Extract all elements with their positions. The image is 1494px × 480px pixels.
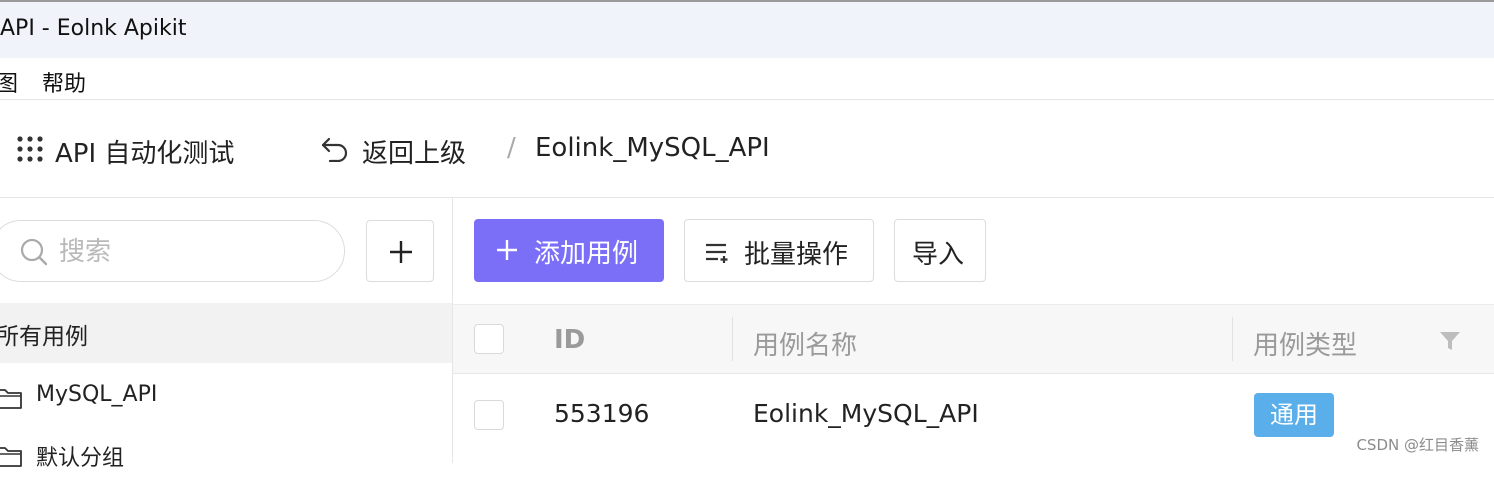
search-icon bbox=[20, 238, 48, 266]
column-header-name[interactable]: 用例名称 bbox=[753, 325, 857, 362]
batch-operation-button[interactable]: 批量操作 bbox=[684, 219, 874, 282]
sidebar-item-group[interactable]: 默认分组 bbox=[0, 430, 452, 480]
plus-icon bbox=[497, 240, 517, 260]
sidebar: 所有用例 MySQL_API 默认分组 bbox=[0, 198, 453, 471]
row-checkbox[interactable] bbox=[474, 400, 504, 430]
sidebar-item-label: MySQL_API bbox=[36, 382, 158, 407]
add-case-label: 添加用例 bbox=[534, 239, 639, 269]
cell-name[interactable]: Eolink_MySQL_API bbox=[753, 399, 979, 428]
watermark: CSDN @红目香薰 bbox=[1356, 436, 1479, 454]
import-label: 导入 bbox=[912, 240, 965, 270]
module-title[interactable]: API 自动化测试 bbox=[55, 133, 234, 170]
column-divider[interactable] bbox=[1232, 317, 1233, 361]
column-divider[interactable] bbox=[732, 317, 733, 361]
folder-icon bbox=[0, 389, 22, 409]
main-panel: 添加用例 批量操作 导入 ID 用例名称 用例类型 553196 Eolink_… bbox=[453, 198, 1494, 463]
window-title: API - Eolnk Apikit bbox=[0, 16, 187, 41]
column-header-type[interactable]: 用例类型 bbox=[1253, 325, 1357, 362]
table-row[interactable]: 553196 Eolink_MySQL_API 通用 bbox=[453, 374, 1494, 454]
search-box[interactable] bbox=[0, 220, 345, 282]
sidebar-item-group[interactable]: MySQL_API bbox=[0, 372, 452, 422]
add-group-button[interactable] bbox=[366, 220, 434, 282]
column-header-id[interactable]: ID bbox=[554, 325, 585, 355]
menu-item-view[interactable]: 图 bbox=[0, 66, 18, 98]
breadcrumb-current: Eolink_MySQL_API bbox=[535, 133, 770, 163]
table-header: ID 用例名称 用例类型 bbox=[453, 304, 1494, 374]
grid-icon[interactable] bbox=[17, 136, 43, 162]
app-header: API 自动化测试 返回上级 / Eolink_MySQL_API bbox=[0, 100, 1494, 198]
import-button[interactable]: 导入 bbox=[894, 219, 986, 282]
select-all-checkbox[interactable] bbox=[474, 324, 504, 354]
breadcrumb-separator: / bbox=[507, 133, 516, 163]
cell-id: 553196 bbox=[554, 399, 650, 428]
list-icon bbox=[706, 243, 728, 263]
menu-bar: 图 帮助 bbox=[0, 58, 1494, 100]
plus-icon bbox=[390, 241, 412, 263]
back-button[interactable]: 返回上级 bbox=[362, 133, 466, 170]
search-input[interactable] bbox=[57, 231, 321, 273]
folder-icon bbox=[0, 447, 22, 467]
sidebar-item-label: 默认分组 bbox=[36, 446, 125, 471]
undo-icon[interactable] bbox=[320, 136, 350, 162]
batch-operation-label: 批量操作 bbox=[744, 240, 849, 270]
menu-item-help[interactable]: 帮助 bbox=[42, 66, 86, 98]
window-titlebar: API - Eolnk Apikit bbox=[0, 0, 1494, 58]
sidebar-item-all-cases[interactable]: 所有用例 bbox=[0, 303, 452, 363]
case-type-badge: 通用 bbox=[1254, 393, 1334, 437]
filter-icon[interactable] bbox=[1439, 331, 1461, 351]
add-case-button[interactable]: 添加用例 bbox=[474, 219, 664, 282]
sidebar-item-label: 所有用例 bbox=[0, 324, 88, 350]
